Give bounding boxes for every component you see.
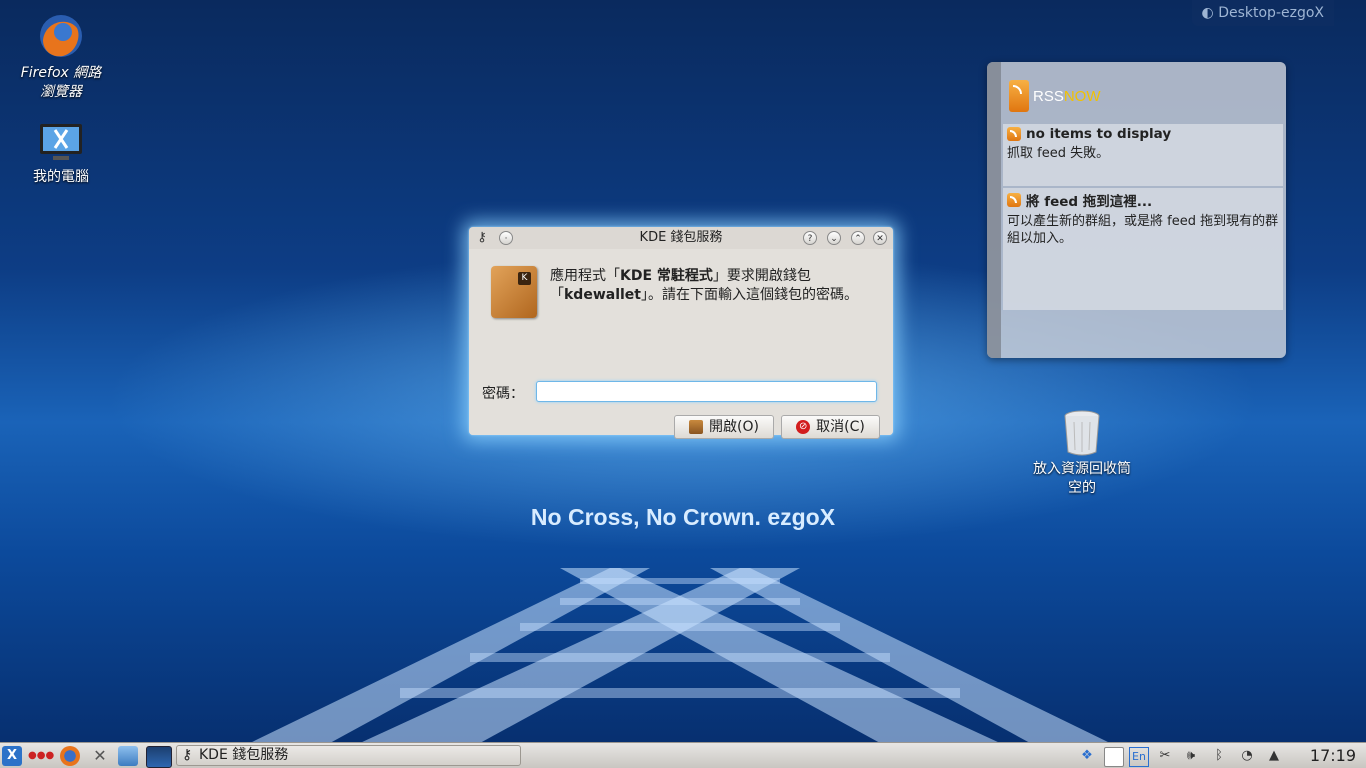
- trash-status: 空的: [1068, 480, 1096, 496]
- feed-desc: 可以產生新的群組，或是將 feed 拖到現有的群組以加入。: [1007, 214, 1279, 246]
- rss-logo-text: RSS: [1033, 87, 1064, 105]
- wallet-name: kdewallet: [564, 287, 641, 303]
- bluetooth-icon[interactable]: ᛒ: [1210, 747, 1228, 765]
- network-icon[interactable]: ◔: [1238, 747, 1256, 765]
- dialog-body: K 應用程式「KDE 常駐程式」要求開啟錢包「kdewallet」。請在下面輸入…: [469, 249, 893, 439]
- cancel-button-label: 取消(C): [816, 419, 865, 435]
- feed-item[interactable]: 將 feed 拖到這裡... 可以產生新的群組，或是將 feed 拖到現有的群組…: [1003, 188, 1283, 310]
- volume-icon[interactable]: 🕪: [1182, 747, 1200, 765]
- widget-handle[interactable]: [987, 62, 1001, 358]
- dialog-message: 應用程式「KDE 常駐程式」要求開啟錢包「kdewallet」。請在下面輸入這個…: [550, 268, 858, 303]
- close-button[interactable]: ✕: [873, 231, 887, 245]
- dialog-titlebar[interactable]: ⚷ · KDE 錢包服務 ? ⌄ ⌃ ✕: [469, 227, 893, 249]
- my-computer-label: 我的電腦: [33, 169, 89, 185]
- app-name: KDE 常駐程式: [620, 268, 713, 284]
- cancel-icon: ⊘: [796, 420, 811, 434]
- kde-wallet-dialog: ⚷ · KDE 錢包服務 ? ⌄ ⌃ ✕ K 應用程式「KDE 常駐程式」要求開…: [469, 227, 893, 439]
- trash-label: 放入資源回收筒: [1033, 461, 1131, 477]
- feed-item[interactable]: no items to display 抓取 feed 失敗。: [1003, 124, 1283, 186]
- activities-dots-icon[interactable]: ●●●: [28, 746, 54, 766]
- kickoff-menu-icon[interactable]: X: [2, 746, 22, 766]
- tools-launcher-icon[interactable]: ✕: [90, 746, 110, 766]
- wallpaper-slogan: No Cross, No Crown. ezgoX: [530, 504, 836, 530]
- tray-expand-icon[interactable]: ▲: [1265, 747, 1283, 765]
- minimize-button[interactable]: ⌄: [827, 231, 841, 245]
- monitor-icon: [40, 124, 82, 160]
- task-item-label: KDE 錢包服務: [199, 747, 289, 763]
- open-button-label: 開啟(O): [709, 419, 759, 435]
- key-icon: ⚷: [182, 747, 193, 763]
- file-manager-icon[interactable]: [118, 746, 138, 766]
- input-method-indicator[interactable]: En: [1129, 747, 1149, 767]
- activity-label: Desktop-ezgoX: [1218, 5, 1324, 21]
- menu-button[interactable]: ·: [499, 231, 513, 245]
- open-button[interactable]: 開啟(O): [674, 415, 774, 439]
- rail-tracks-wallpaper: [250, 568, 1110, 743]
- trash-can-icon: [1064, 410, 1100, 456]
- firefox-launcher-icon[interactable]: [60, 746, 80, 766]
- dropbox-icon[interactable]: ❖: [1078, 747, 1096, 765]
- dialog-title: KDE 錢包服務: [639, 230, 723, 245]
- open-wallet-icon: [689, 420, 704, 434]
- rss-icon: [1007, 127, 1021, 141]
- maximize-button[interactable]: ⌃: [851, 231, 865, 245]
- rss-icon: [1007, 193, 1021, 207]
- feed-desc: 抓取 feed 失敗。: [1007, 146, 1110, 161]
- trash-desktop-icon[interactable]: 放入資源回收筒 空的: [1024, 410, 1140, 498]
- key-icon[interactable]: ⚷: [475, 231, 489, 245]
- rss-icon: [1009, 80, 1029, 112]
- clipboard-icon[interactable]: [1104, 747, 1124, 767]
- task-item-wallet[interactable]: ⚷ KDE 錢包服務: [176, 745, 521, 766]
- clock[interactable]: 17:19: [1310, 743, 1356, 768]
- help-button[interactable]: ?: [803, 231, 817, 245]
- now-logo-text: NOW: [1063, 87, 1101, 105]
- firefox-icon: [40, 15, 82, 57]
- firefox-label: Firefox 網路 瀏覽器: [20, 65, 102, 100]
- moon-icon: ◐: [1201, 5, 1214, 21]
- feed-title: no items to display: [1026, 126, 1172, 142]
- scissors-icon[interactable]: ✂: [1156, 747, 1174, 765]
- wallet-icon: K: [491, 266, 537, 318]
- cancel-button[interactable]: ⊘ 取消(C): [781, 415, 880, 439]
- password-input[interactable]: [536, 381, 877, 402]
- rss-logo: RSSNOW: [1009, 80, 1101, 112]
- my-computer-desktop-icon[interactable]: 我的電腦: [16, 122, 106, 187]
- password-label: 密碼：: [482, 386, 524, 402]
- activity-switcher[interactable]: ◐ Desktop-ezgoX: [1191, 0, 1334, 26]
- rss-now-widget: RSSNOW no items to display 抓取 feed 失敗。 將…: [987, 62, 1286, 358]
- show-desktop-icon[interactable]: [146, 746, 172, 768]
- feed-title: 將 feed 拖到這裡...: [1026, 194, 1153, 210]
- taskbar: X ●●● ✕ ⚷ KDE 錢包服務 ❖ En ✂ 🕪 ᛒ ◔ ▲ 17:19: [0, 742, 1366, 768]
- firefox-desktop-icon[interactable]: Firefox 網路 瀏覽器: [16, 12, 106, 102]
